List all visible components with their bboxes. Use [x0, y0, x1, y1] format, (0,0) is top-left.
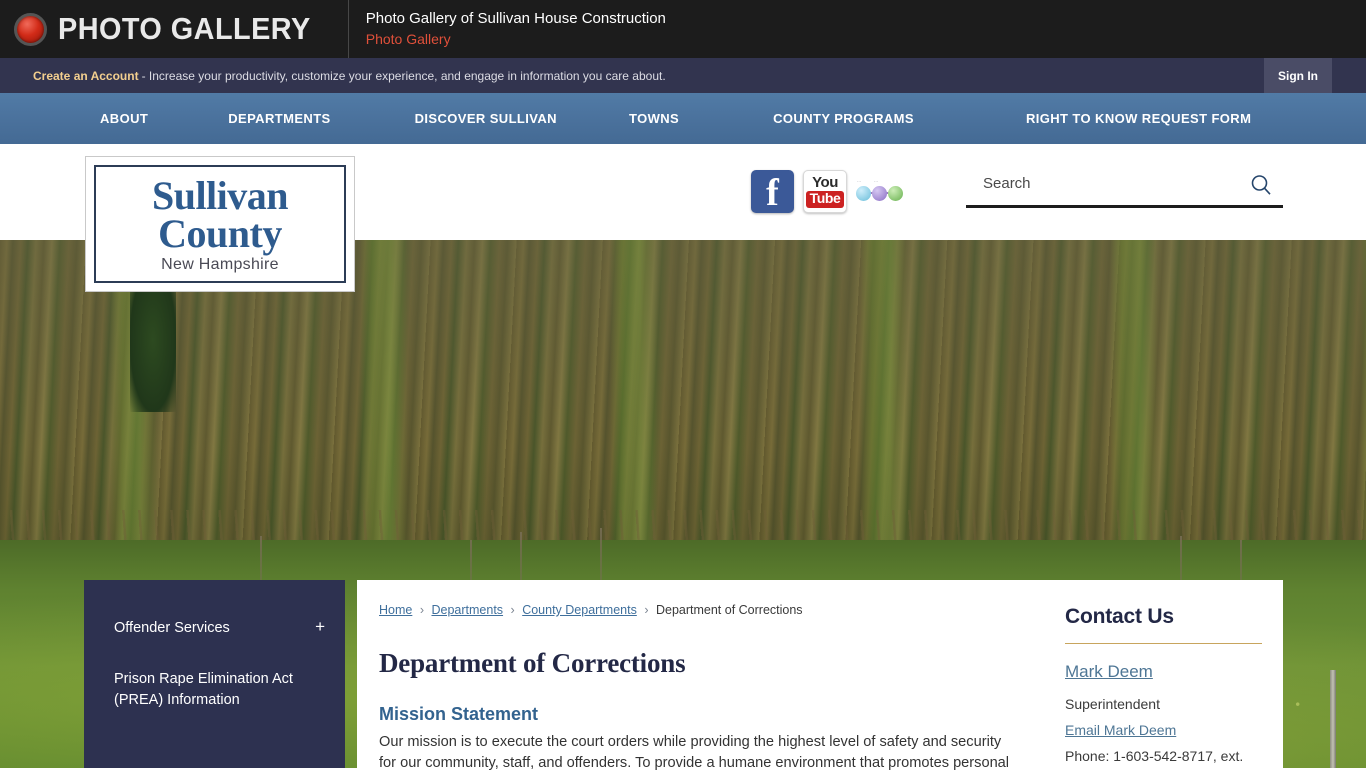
main-navigation: ABOUT DEPARTMENTS DISCOVER SULLIVAN TOWN…: [0, 93, 1366, 144]
main-navigation-items: ABOUT DEPARTMENTS DISCOVER SULLIVAN TOWN…: [0, 111, 1251, 126]
nav-item-county-programs[interactable]: COUNTY PROGRAMS: [773, 111, 914, 126]
sidebar-item-label: Prison Rape Elimination Act (PREA) Infor…: [114, 671, 293, 708]
section-sidebar: Offender Services + Prison Rape Eliminat…: [84, 580, 345, 768]
nav-item-about[interactable]: ABOUT: [100, 111, 148, 126]
social-links: You Tube ··· ···: [751, 170, 904, 215]
account-bar: Create an Account - Increase your produc…: [0, 58, 1366, 93]
account-bar-message: - Increase your productivity, customize …: [141, 68, 666, 83]
nav-item-towns[interactable]: TOWNS: [629, 111, 679, 126]
account-bar-text: Create an Account - Increase your produc…: [33, 58, 666, 93]
plus-icon[interactable]: +: [315, 618, 325, 636]
main-content-panel: Home › Departments › County Departments …: [357, 580, 1283, 771]
page-title: Department of Corrections: [379, 648, 686, 678]
site-logo[interactable]: Sullivan County New Hampshire: [85, 156, 355, 292]
breadcrumb: Home › Departments › County Departments …: [379, 603, 803, 617]
search-button[interactable]: [1239, 169, 1283, 205]
sidebar-item-offender-services[interactable]: Offender Services +: [84, 618, 345, 639]
breadcrumb-separator: ›: [419, 603, 424, 617]
nav-item-right-to-know-request-form[interactable]: RIGHT TO KNOW REQUEST FORM: [1026, 111, 1251, 126]
contact-phone: Phone: 1-603-542-8717, ext.: [1065, 748, 1244, 764]
contact-name-link[interactable]: Mark Deem: [1065, 662, 1153, 682]
site-logo-line-3: New Hampshire: [161, 255, 279, 273]
photo-gallery-bar: PHOTO GALLERY Photo Gallery of Sullivan …: [0, 0, 1366, 58]
nav-item-departments[interactable]: DEPARTMENTS: [228, 111, 330, 126]
hero-conifer-tree: [130, 292, 176, 412]
facebook-icon[interactable]: [751, 170, 794, 215]
site-logo-frame: Sullivan County New Hampshire: [94, 165, 346, 283]
breadcrumb-separator: ›: [644, 603, 649, 617]
search-input[interactable]: [966, 175, 1239, 198]
site-logo-line-1: Sullivan: [151, 173, 289, 219]
breadcrumb-item-county-departments[interactable]: County Departments: [522, 603, 637, 617]
search-icon: [1251, 174, 1271, 195]
hero-post: [1330, 670, 1336, 768]
red-circle-icon: [14, 12, 47, 46]
nav-item-discover-sullivan[interactable]: DISCOVER SULLIVAN: [415, 111, 557, 126]
share-icon-node-3: [888, 185, 903, 201]
share-icon-label-2: ···: [874, 178, 878, 184]
share-network-icon[interactable]: ··· ···: [856, 179, 904, 205]
breadcrumb-separator: ›: [510, 603, 515, 617]
create-account-link[interactable]: Create an Account: [33, 69, 139, 83]
breadcrumb-item-departments[interactable]: Departments: [431, 603, 503, 617]
contact-us-divider: [1065, 643, 1262, 644]
contact-us-heading: Contact Us: [1065, 605, 1174, 628]
contact-email-link[interactable]: Email Mark Deem: [1065, 722, 1176, 738]
sidebar-item-label: Offender Services: [114, 620, 230, 636]
photo-gallery-meta-sub: Photo Gallery: [365, 31, 451, 48]
youtube-icon-bottom: Tube: [805, 190, 845, 208]
contact-role: Superintendent: [1065, 696, 1160, 712]
photo-gallery-meta-main: Photo Gallery of Sullivan House Construc…: [365, 10, 666, 28]
breadcrumb-item-home[interactable]: Home: [379, 603, 412, 617]
site-logo-line-2: County: [158, 210, 282, 256]
sign-in-button[interactable]: Sign In: [1264, 58, 1332, 94]
photo-gallery-badge-label: PHOTO GALLERY: [58, 11, 311, 46]
photo-gallery-meta: Photo Gallery of Sullivan House Construc…: [349, 11, 666, 46]
share-icon-node-1: [856, 185, 871, 201]
share-icon-label-1: ···: [857, 178, 861, 184]
breadcrumb-item-current: Department of Corrections: [655, 603, 803, 617]
youtube-icon-top: You: [812, 174, 838, 192]
sidebar-item-prea-information[interactable]: Prison Rape Elimination Act (PREA) Infor…: [84, 669, 345, 711]
section-heading-mission-statement: Mission Statement: [379, 704, 539, 724]
search-bar: [966, 168, 1283, 208]
photo-gallery-brand: PHOTO GALLERY: [0, 0, 349, 58]
youtube-icon[interactable]: You Tube: [803, 170, 847, 213]
share-icon-node-2: [872, 185, 887, 201]
contact-us-panel: Contact Us Mark Deem Superintendent Emai…: [1065, 580, 1283, 768]
